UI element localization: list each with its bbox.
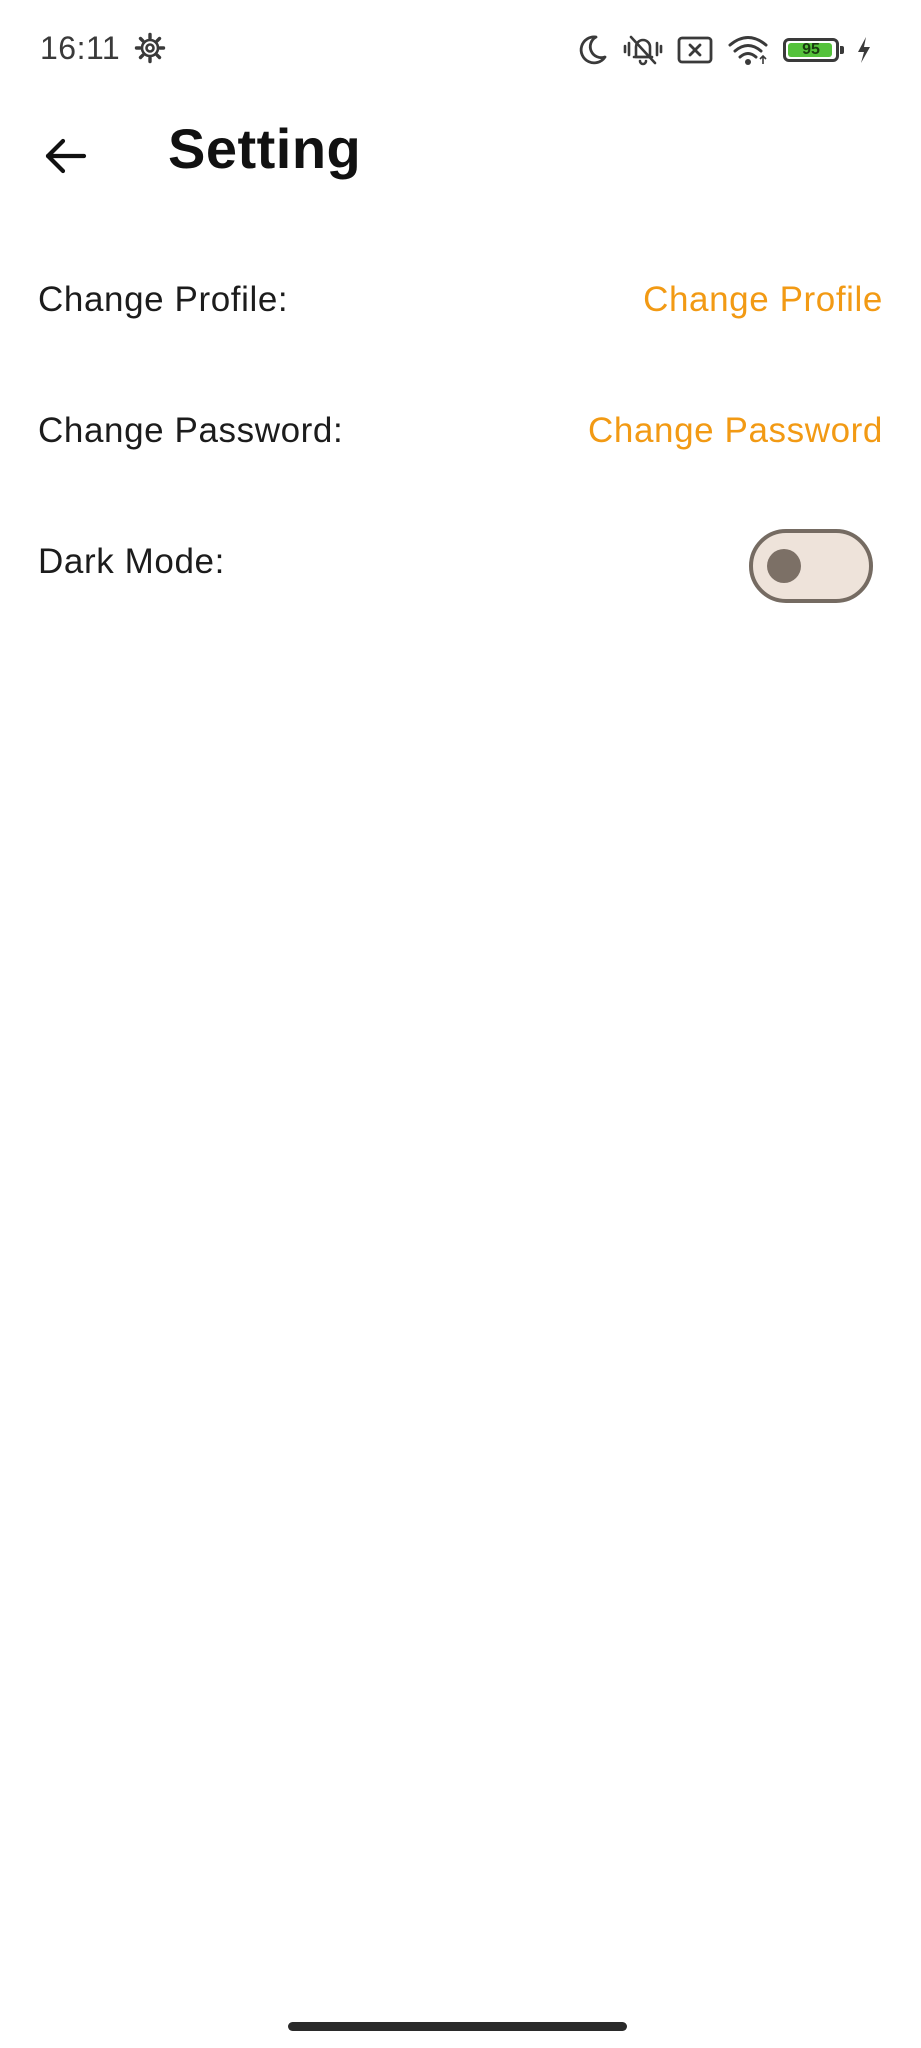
- change-password-label: Change Password:: [38, 411, 344, 450]
- setting-row-change-password: Change Password: Change Password: [0, 381, 921, 512]
- wifi-icon: [727, 33, 769, 67]
- arrow-left-icon: [44, 136, 88, 181]
- page-title: Setting: [168, 117, 362, 180]
- change-profile-link[interactable]: Change Profile: [643, 280, 883, 320]
- back-button[interactable]: [30, 122, 102, 194]
- settings-list: Change Profile: Change Profile Change Pa…: [0, 250, 921, 643]
- gear-icon: [134, 32, 166, 64]
- dark-mode-label: Dark Mode:: [38, 542, 225, 581]
- battery-level: 95: [802, 41, 820, 58]
- status-time: 16:11: [40, 30, 121, 66]
- setting-row-dark-mode: Dark Mode:: [0, 512, 921, 643]
- app-bar: Setting: [0, 100, 921, 220]
- home-indicator[interactable]: [288, 2022, 627, 2031]
- status-bar: 16:11 95: [0, 0, 921, 100]
- charging-bolt-icon: [855, 35, 873, 65]
- battery-tip: [840, 46, 844, 54]
- no-sim-icon: [677, 35, 713, 65]
- settings-screen: 16:11 95 Setting Change Profile: Change …: [0, 0, 921, 2048]
- change-profile-label: Change Profile:: [38, 280, 289, 319]
- toggle-knob: [767, 549, 801, 583]
- moon-icon: [575, 33, 609, 67]
- vibrate-off-icon: [623, 33, 663, 67]
- status-icons: 95: [575, 30, 873, 70]
- battery-icon: 95: [783, 38, 844, 62]
- dark-mode-toggle[interactable]: [749, 529, 873, 603]
- setting-row-change-profile: Change Profile: Change Profile: [0, 250, 921, 381]
- change-password-link[interactable]: Change Password: [588, 411, 883, 451]
